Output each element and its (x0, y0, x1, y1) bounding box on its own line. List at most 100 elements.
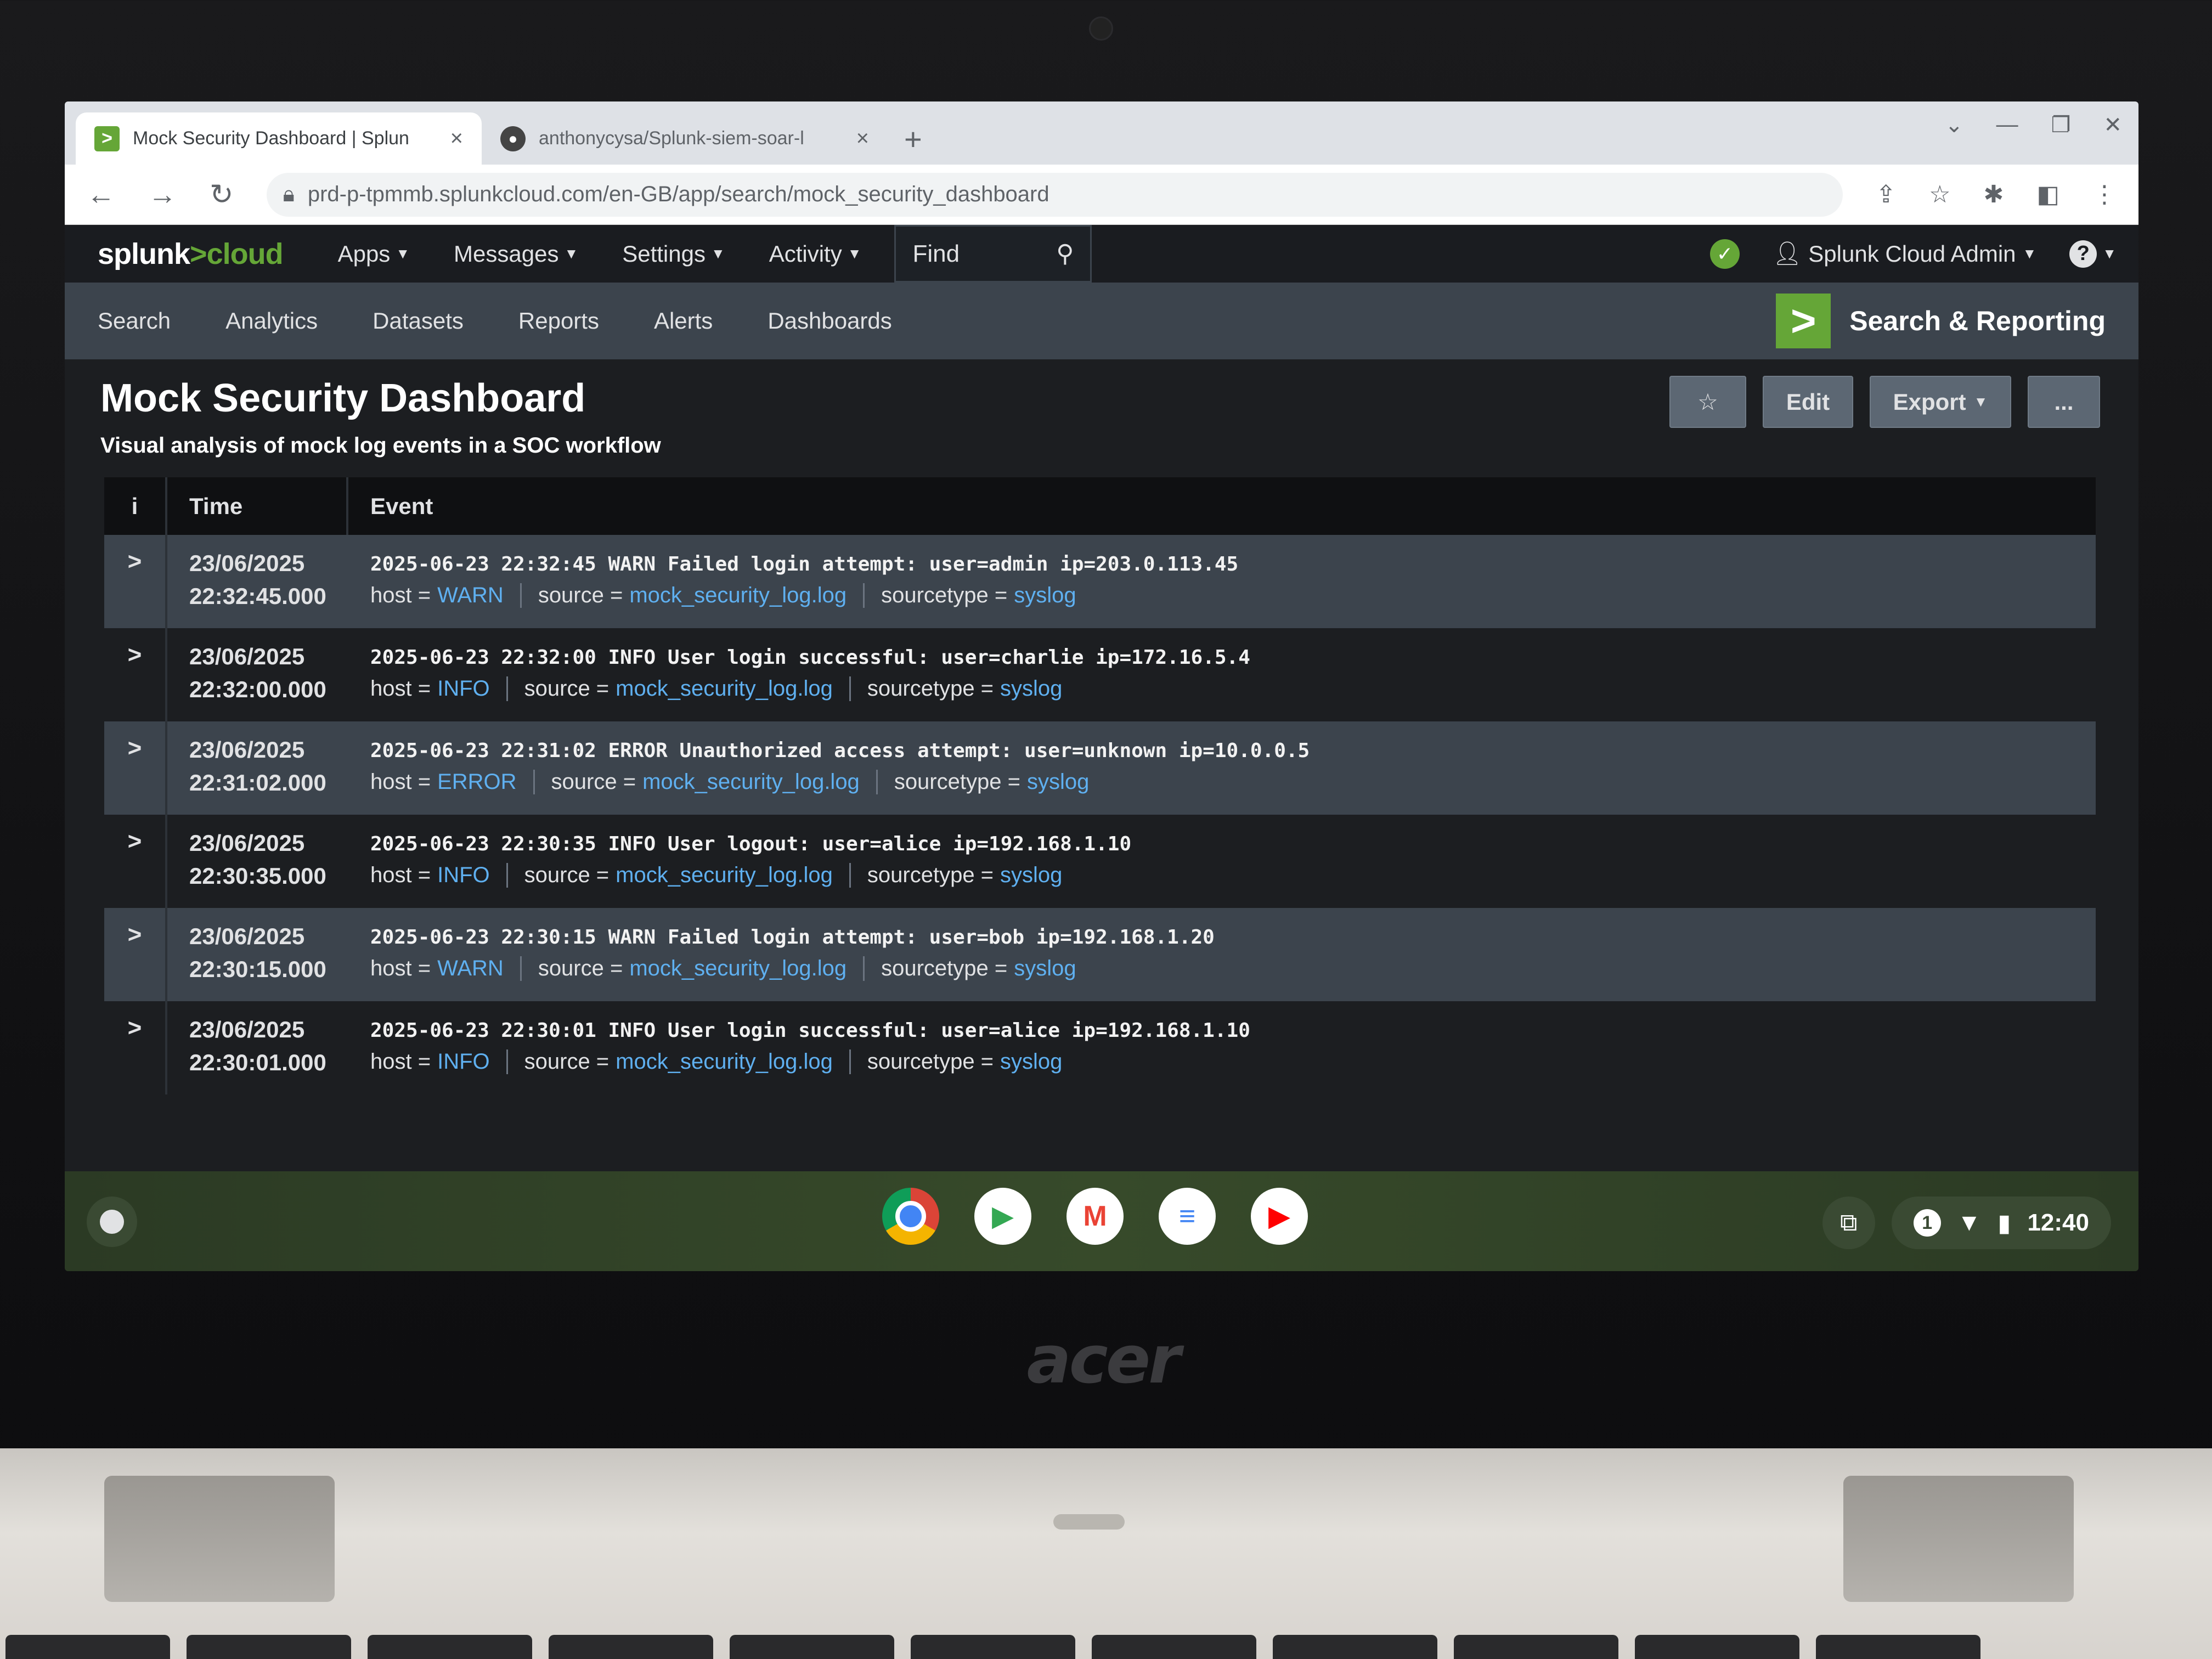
forward-icon[interactable]: → (148, 178, 177, 211)
nav-reports[interactable]: Reports (518, 308, 599, 334)
back-icon[interactable]: ← (87, 178, 115, 211)
field-value-sourcetype[interactable]: syslog (1014, 956, 1076, 981)
address-bar[interactable]: 🔒︎ prd-p-tpmmb.splunkcloud.com/en-GB/app… (266, 172, 1843, 217)
toolbar-icons: ⇪ ☆ ✱ ◧ ⋮ (1876, 180, 2117, 208)
field-value-sourcetype[interactable]: syslog (1000, 1049, 1062, 1074)
logo-gt: > (190, 237, 207, 270)
event-fields: host = INFO source = mock_security_log.log… (370, 863, 1131, 888)
field-value-source[interactable]: mock_security_log.log (616, 676, 833, 701)
field-value-host[interactable]: WARN (437, 583, 504, 608)
key (5, 1635, 170, 1659)
nav-alerts[interactable]: Alerts (654, 308, 713, 334)
expand-row-icon[interactable]: > (104, 908, 167, 1001)
field-value-sourcetype[interactable]: syslog (1014, 583, 1076, 608)
user-menu[interactable]: 👤︎ Splunk Cloud Admin ▼ (1773, 240, 2036, 267)
field-value-source[interactable]: mock_security_log.log (629, 583, 847, 608)
app-bar: Search Analytics Datasets Reports Alerts… (65, 283, 2138, 359)
menu-settings[interactable]: Settings ▼ (622, 241, 725, 267)
reload-icon[interactable]: ↻ (210, 178, 234, 211)
expand-row-icon[interactable]: > (104, 628, 167, 721)
field-value-host[interactable]: ERROR (437, 770, 516, 794)
close-window-icon[interactable]: ✕ (2103, 112, 2122, 138)
docs-app-icon[interactable]: ≡ (1159, 1188, 1216, 1245)
youtube-app-icon[interactable]: ▶ (1251, 1188, 1308, 1245)
field-value-host[interactable]: INFO (437, 676, 490, 701)
health-status-icon[interactable]: ✓ (1709, 239, 1740, 269)
field-value-host[interactable]: INFO (437, 863, 490, 888)
more-actions-button[interactable]: ... (2028, 376, 2100, 428)
menu-activity[interactable]: Activity ▼ (769, 241, 862, 267)
find-input[interactable]: Find ⚲ (894, 225, 1092, 283)
logo-splunk: splunk (98, 237, 190, 270)
nav-dashboards[interactable]: Dashboards (768, 308, 891, 334)
restore-icon[interactable]: ❐ (2051, 112, 2071, 138)
field-source: source = mock_security_log.log (506, 1049, 849, 1074)
help-menu[interactable]: ? ▼ (2069, 240, 2117, 268)
minimize-icon[interactable]: — (1996, 112, 2018, 138)
field-label: sourcetype = (867, 1049, 994, 1074)
system-tray[interactable]: 1 ▼ ▮ 12:40 (1891, 1197, 2111, 1249)
nav-datasets[interactable]: Datasets (373, 308, 464, 334)
expand-row-icon[interactable]: > (104, 1001, 167, 1094)
gmail-app-icon[interactable]: M (1066, 1188, 1124, 1245)
expand-row-icon[interactable]: > (104, 815, 167, 908)
key (187, 1635, 351, 1659)
browser-menu-icon[interactable]: ⋮ (2092, 180, 2117, 208)
expand-row-icon[interactable]: > (104, 535, 167, 628)
table-row: > 23/06/2025 22:30:15.000 2025-06-23 22:… (104, 908, 2096, 1001)
splunk-cloud-logo[interactable]: splunk>cloud (98, 237, 284, 271)
new-tab-button[interactable]: + (888, 121, 939, 165)
export-label: Export (1893, 388, 1966, 415)
event-time: 23/06/2025 22:32:45.000 (167, 535, 348, 628)
event-date: 23/06/2025 (189, 644, 305, 669)
table-row: > 23/06/2025 22:30:35.000 2025-06-23 22:… (104, 815, 2096, 908)
favorite-button[interactable]: ☆ (1669, 376, 1746, 428)
field-label: sourcetype = (881, 583, 1008, 607)
keyboard-row (0, 1635, 2212, 1659)
field-label: source = (538, 583, 623, 607)
field-value-host[interactable]: INFO (437, 1049, 490, 1074)
field-value-host[interactable]: WARN (437, 956, 504, 981)
browser-toolbar: ← → ↻ 🔒︎ prd-p-tpmmb.splunkcloud.com/en-… (65, 165, 2138, 225)
edit-button[interactable]: Edit (1763, 376, 1853, 428)
nav-analytics[interactable]: Analytics (225, 308, 318, 334)
tab-search-icon[interactable]: ⌄ (1945, 112, 1963, 138)
field-sourcetype: sourcetype = syslog (849, 1049, 1079, 1074)
caret-down-icon: ▼ (396, 245, 410, 262)
event-time: 23/06/2025 22:30:01.000 (167, 1001, 348, 1094)
time-column-header[interactable]: Time (167, 477, 348, 535)
export-button[interactable]: Export ▼ (1870, 376, 2011, 428)
tab-mock-security-dashboard[interactable]: > Mock Security Dashboard | Splun × (76, 112, 482, 165)
side-panel-icon[interactable]: ◧ (2036, 180, 2059, 208)
field-value-source[interactable]: mock_security_log.log (616, 1049, 833, 1074)
screen-capture-icon[interactable]: ⧉ (1822, 1197, 1875, 1249)
play-store-app-icon[interactable]: ▶ (974, 1188, 1031, 1245)
field-value-source[interactable]: mock_security_log.log (616, 863, 833, 888)
menu-messages[interactable]: Messages ▼ (454, 241, 578, 267)
search-icon[interactable]: ⚲ (1056, 240, 1074, 268)
nav-search[interactable]: Search (98, 308, 171, 334)
field-value-source[interactable]: mock_security_log.log (642, 770, 860, 794)
launcher-button[interactable] (87, 1197, 137, 1247)
close-tab-icon[interactable]: × (856, 126, 869, 151)
share-icon[interactable]: ⇪ (1876, 180, 1896, 208)
event-fields: host = WARN source = mock_security_log.log… (370, 956, 1215, 981)
expand-row-icon[interactable]: > (104, 721, 167, 815)
chrome-app-icon[interactable] (882, 1188, 939, 1245)
info-column-header: i (104, 477, 167, 535)
field-value-source[interactable]: mock_security_log.log (629, 956, 847, 981)
webcam (1089, 16, 1113, 41)
field-value-sourcetype[interactable]: syslog (1027, 770, 1089, 794)
bookmark-star-icon[interactable]: ☆ (1929, 180, 1950, 208)
splunk-topbar: splunk>cloud Apps ▼ Messages ▼ Settings ▼ A… (65, 225, 2138, 283)
event-clock: 22:30:35.000 (189, 863, 326, 889)
tab-github[interactable]: ● anthonycysa/Splunk-siem-soar-l × (482, 112, 888, 165)
close-tab-icon[interactable]: × (450, 126, 463, 151)
extensions-icon[interactable]: ✱ (1984, 180, 2004, 208)
field-value-sourcetype[interactable]: syslog (1000, 676, 1062, 701)
menu-apps[interactable]: Apps ▼ (338, 241, 410, 267)
field-value-sourcetype[interactable]: syslog (1000, 863, 1062, 888)
field-label: sourcetype = (867, 676, 994, 701)
app-title[interactable]: > Search & Reporting (1776, 294, 2106, 348)
field-source: source = mock_security_log.log (520, 956, 863, 981)
